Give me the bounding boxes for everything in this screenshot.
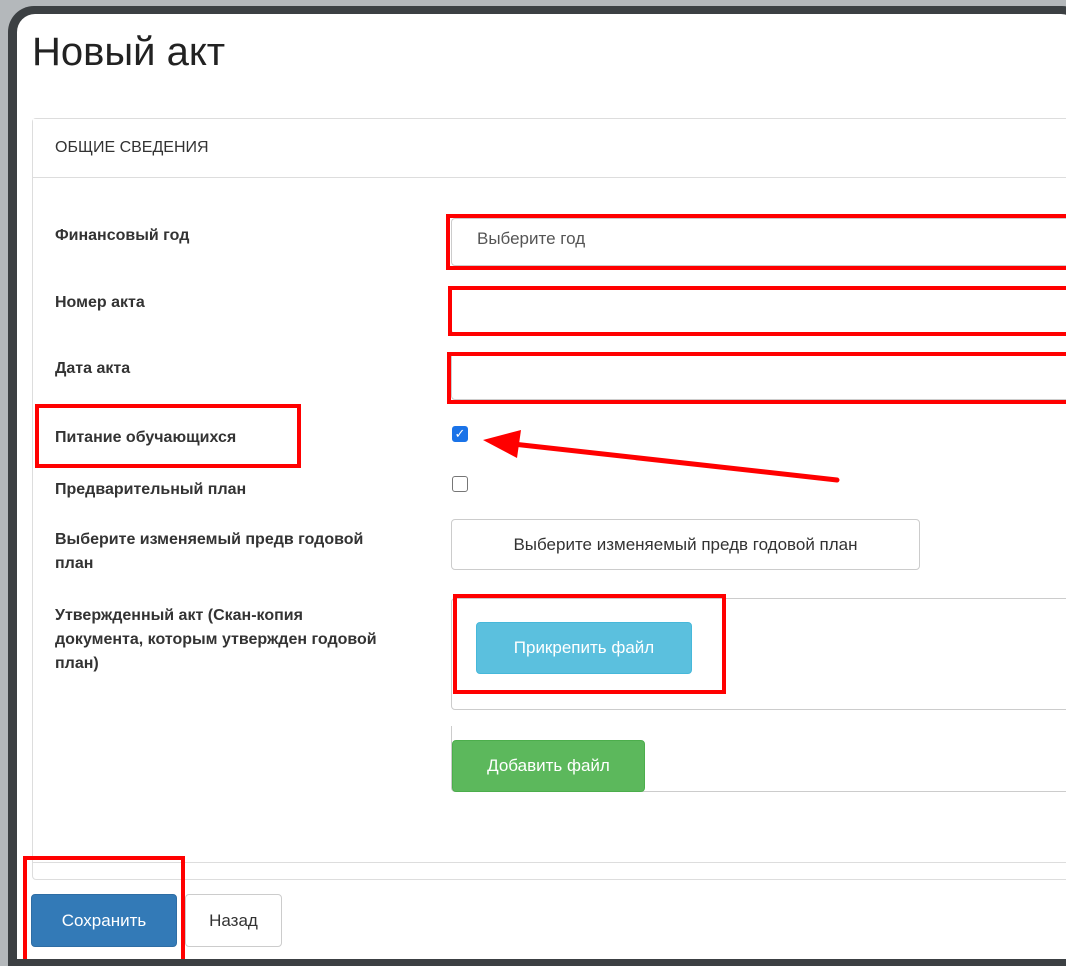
act-number-input[interactable] [451,286,1066,334]
add-file-button[interactable]: Добавить файл [452,740,645,792]
select-plan-label: Выберите изменяемый предв годовой план [55,531,364,572]
select-plan-button[interactable]: Выберите изменяемый предв годовой план [451,519,920,570]
attach-file-button[interactable]: Прикрепить файл [476,622,692,674]
annotation-arrow-icon [483,430,840,483]
act-date-input[interactable] [451,352,1066,400]
fiscal-year-select[interactable]: Выберите год [451,218,1066,266]
fiscal-year-label: Финансовый год [55,227,190,244]
screen: Новый акт ОБЩИЕ СВЕДЕНИЯ Финансовый год … [17,14,1066,959]
approved-act-label: Утвержденный акт (Скан-копия документа, … [55,607,377,672]
preliminary-plan-label: Предварительный план [55,481,247,498]
page-title: Новый акт [32,30,226,74]
fiscal-year-select-text: Выберите год [477,229,586,248]
checkmark-icon: ✓ [454,426,466,441]
panel-heading: ОБЩИЕ СВЕДЕНИЯ [33,119,1066,178]
save-button[interactable]: Сохранить [31,894,177,947]
act-number-label: Номер акта [55,294,145,311]
student-meals-label: Питание обучающихся [55,429,237,446]
back-button[interactable]: Назад [185,894,282,947]
preliminary-plan-checkbox[interactable] [452,476,468,492]
panel-title: ОБЩИЕ СВЕДЕНИЯ [55,139,209,156]
footer-divider [32,862,1066,863]
student-meals-checkbox[interactable]: ✓ [452,426,468,442]
act-date-label: Дата акта [55,360,131,377]
